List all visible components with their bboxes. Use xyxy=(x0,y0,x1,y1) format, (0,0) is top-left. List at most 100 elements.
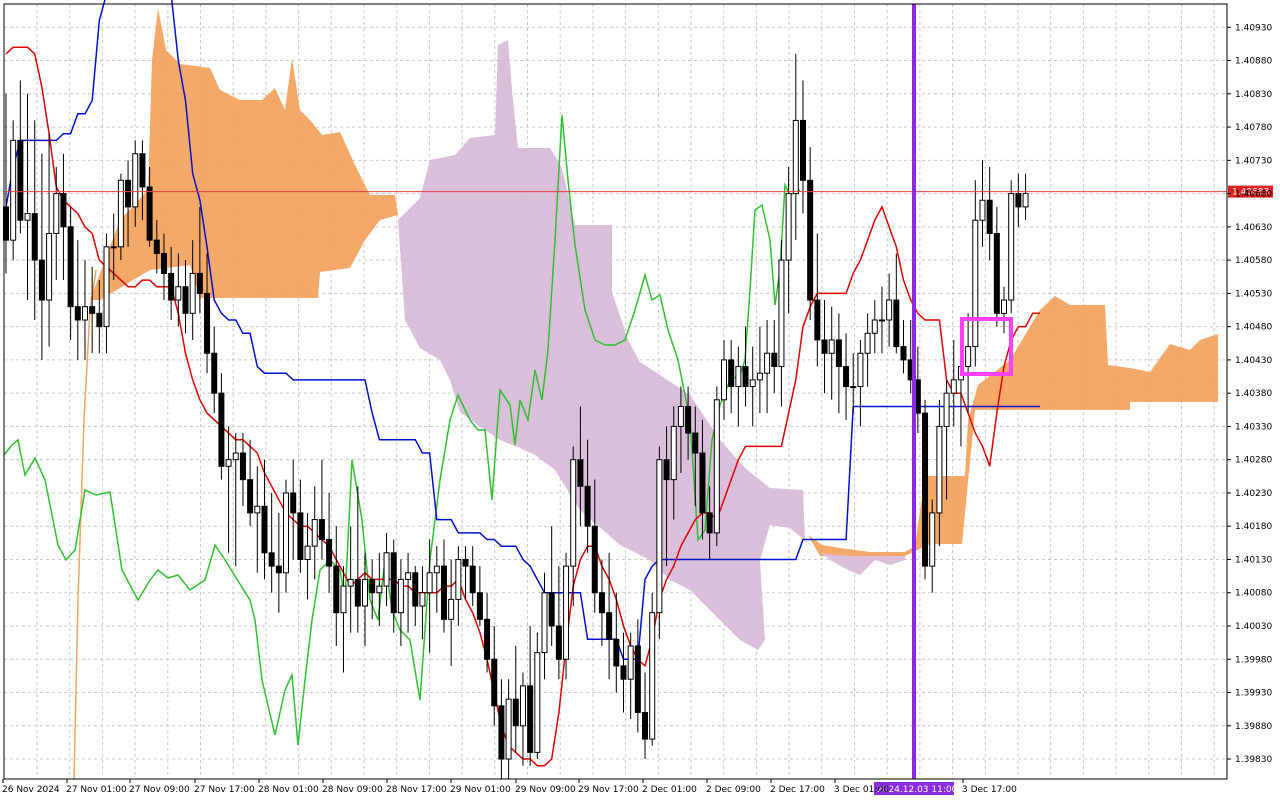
candle-bull xyxy=(721,359,727,401)
time-marker-label: 2024.12.03 11:00 xyxy=(877,785,958,795)
candle-bear xyxy=(577,459,584,487)
candle-bear xyxy=(814,299,821,341)
candle-bull xyxy=(541,592,548,654)
candle-bull xyxy=(886,299,893,321)
candle-bull xyxy=(519,685,526,727)
x-tick-label: 29 Nov 01:00 xyxy=(450,785,511,795)
y-tick-label: 1.40580 xyxy=(1235,256,1272,266)
candle-bear xyxy=(663,459,670,481)
x-tick-label: 2 Dec 17:00 xyxy=(770,785,825,795)
y-tick-label: 1.40630 xyxy=(1235,223,1272,233)
candle-bear xyxy=(440,565,447,620)
candle-bear xyxy=(835,339,842,368)
candle-bear xyxy=(527,685,534,753)
candle-bear xyxy=(591,525,598,594)
candle-bear xyxy=(318,519,325,541)
candle-bear xyxy=(275,565,282,574)
candle-bull xyxy=(828,339,835,354)
candle-bear xyxy=(31,213,38,261)
candle-bear xyxy=(412,572,419,607)
candle-bear xyxy=(699,452,706,514)
candle-bull xyxy=(850,386,857,389)
candle-bull xyxy=(455,558,462,600)
candle-bull xyxy=(943,392,950,427)
candle-bear xyxy=(584,485,591,527)
candle-bear xyxy=(548,592,555,627)
candle-bear xyxy=(555,625,562,660)
candle-bull xyxy=(10,139,17,241)
candle-bear xyxy=(211,352,218,394)
x-tick-label: 29 Nov 17:00 xyxy=(578,785,639,795)
candle-bear xyxy=(613,638,620,667)
x-tick-label: 3 Dec 01:00 xyxy=(834,785,889,795)
y-tick-label: 1.40280 xyxy=(1235,456,1272,466)
candle-bull xyxy=(871,319,878,334)
candle-bull xyxy=(433,565,440,574)
x-tick-label: 26 Nov 2024 xyxy=(2,785,60,795)
candle-bull xyxy=(950,379,957,394)
candle-bear xyxy=(742,366,749,388)
candle-bull xyxy=(570,459,577,567)
candle-bull xyxy=(304,545,311,560)
candle-bear xyxy=(692,432,699,454)
candle-bear xyxy=(390,552,397,614)
x-tick-label: 27 Nov 01:00 xyxy=(66,785,127,795)
candle-bull xyxy=(103,246,110,328)
candle-bull xyxy=(376,585,383,594)
candle-bull xyxy=(448,598,455,620)
candle-bull xyxy=(534,652,541,753)
y-tick-label: 1.39830 xyxy=(1235,755,1272,765)
candle-bull xyxy=(340,585,347,614)
x-tick-label: 2 Dec 01:00 xyxy=(642,785,697,795)
candle-bull xyxy=(972,219,979,348)
candle-bear xyxy=(239,452,246,481)
y-tick-label: 1.40830 xyxy=(1235,90,1272,100)
candle-bull xyxy=(110,246,117,249)
candle-bull xyxy=(283,492,290,574)
candle-bull xyxy=(656,459,663,614)
candle-bull xyxy=(426,572,433,594)
candle-bear xyxy=(96,312,103,328)
candle-bear xyxy=(326,539,333,567)
candle-bull xyxy=(778,259,785,368)
candle-bull xyxy=(397,578,404,614)
candle-bear xyxy=(261,505,268,554)
x-tick-label: 2 Dec 09:00 xyxy=(706,785,761,795)
candle-bear xyxy=(60,193,67,228)
y-tick-label: 1.40130 xyxy=(1235,555,1272,565)
candle-bear xyxy=(38,259,45,301)
candle-bear xyxy=(642,711,649,740)
candle-bear xyxy=(89,306,96,314)
candle-bear xyxy=(843,366,850,388)
candle-bear xyxy=(914,379,921,414)
y-tick-label: 1.40330 xyxy=(1235,422,1272,432)
candle-bull xyxy=(311,519,318,547)
candle-bull xyxy=(713,399,720,534)
y-tick-label: 1.40680 xyxy=(1235,190,1272,200)
candle-bull xyxy=(979,199,986,221)
y-tick-label: 1.40930 xyxy=(1235,23,1272,33)
candle-bear xyxy=(160,252,167,274)
x-tick-label: 27 Nov 17:00 xyxy=(194,785,255,795)
candle-bear xyxy=(153,239,160,254)
candle-bear xyxy=(598,592,605,614)
candle-bull xyxy=(764,352,771,374)
y-tick-label: 1.40880 xyxy=(1235,57,1272,67)
candle-bear xyxy=(986,199,993,235)
candle-bear xyxy=(469,565,476,594)
candle-bear xyxy=(17,139,24,221)
x-tick-label: 29 Nov 09:00 xyxy=(515,785,576,795)
candle-bear xyxy=(146,186,153,241)
candle-bull xyxy=(563,565,570,660)
y-tick-label: 1.39980 xyxy=(1235,655,1272,665)
candle-bull xyxy=(735,366,742,388)
candle-bear xyxy=(799,119,806,181)
candle-bull xyxy=(24,213,31,221)
candle-bull xyxy=(792,119,799,195)
candle-bear xyxy=(1015,193,1022,208)
candle-bear xyxy=(922,412,929,567)
candle-bull xyxy=(175,286,182,301)
y-tick-label: 1.40180 xyxy=(1235,522,1272,532)
y-tick-label: 1.40430 xyxy=(1235,356,1272,366)
ichimoku-chart[interactable]: 1.406832024.12.03 11:00 1.409301.408801.… xyxy=(0,0,1280,800)
